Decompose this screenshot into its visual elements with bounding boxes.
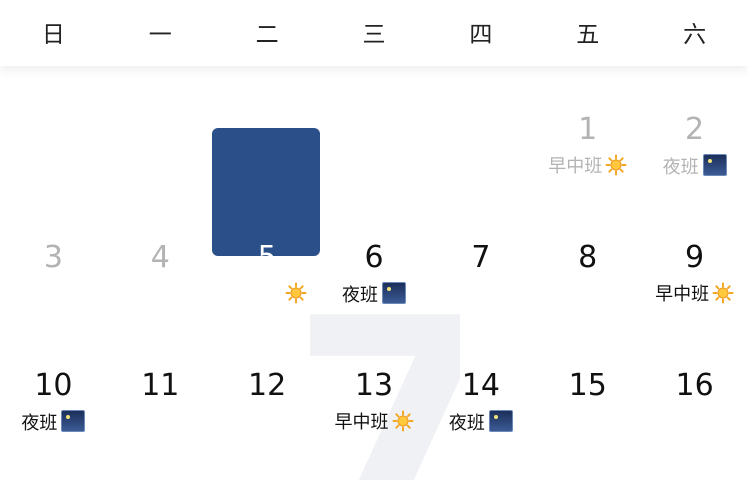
shift-label: 早中班	[655, 282, 734, 308]
weekday-thu: 四	[469, 22, 493, 48]
shift-text: 早中班	[227, 284, 282, 305]
day-cell[interactable]: 2 夜班	[641, 66, 748, 194]
day-number: 12	[248, 368, 287, 403]
shift-label: 早中班	[335, 410, 414, 436]
day-cell[interactable]: 6 夜班	[321, 194, 428, 322]
calendar-week: 10 夜班 11 12 13 早中班 14 夜班 15 16	[0, 322, 748, 450]
weekday-sun: 日	[41, 22, 65, 48]
day-cell[interactable]: 14 夜班	[427, 322, 534, 450]
day-cell[interactable]: 9 早中班	[641, 194, 748, 322]
empty-day-cell	[321, 66, 428, 194]
calendar-week: 1 早中班 2 夜班	[0, 66, 748, 194]
empty-day-cell	[427, 66, 534, 194]
day-cell[interactable]: 11	[107, 322, 214, 450]
empty-day-cell	[107, 66, 214, 194]
weekday-header: 日 一 二 三 四 五 六	[0, 0, 748, 66]
day-number: 3	[43, 240, 63, 275]
day-cell[interactable]: 12	[214, 322, 321, 450]
day-number: 10	[34, 368, 73, 403]
shift-label: 夜班	[663, 154, 727, 180]
shift-text: 夜班	[448, 413, 485, 434]
day-number: 5	[257, 240, 277, 275]
sun-icon	[285, 282, 307, 304]
weekday-wed: 三	[362, 22, 386, 48]
weekday-tue: 二	[255, 22, 279, 48]
sun-icon	[605, 154, 627, 176]
day-number: 2	[685, 112, 705, 147]
night-icon	[61, 410, 86, 432]
day-number: 14	[461, 368, 500, 403]
day-number: 13	[354, 368, 394, 403]
day-number: 6	[364, 240, 384, 275]
shift-text: 早中班	[655, 284, 710, 305]
day-number: 16	[675, 368, 714, 403]
shift-label: 夜班	[342, 282, 406, 308]
calendar-grid: 1 早中班 2 夜班 3 4 5 早中班 6 夜班 7 8 9 早中班 10 夜班 11 12 13 早中班 14 夜班 1…	[0, 66, 748, 450]
day-cell[interactable]: 10 夜班	[0, 322, 107, 450]
shift-text: 早中班	[548, 156, 603, 177]
weekday-sat: 六	[683, 22, 707, 48]
day-number: 1	[578, 112, 598, 147]
day-cell[interactable]: 4	[107, 194, 214, 322]
day-number: 4	[150, 240, 170, 275]
day-cell[interactable]: 15	[534, 322, 641, 450]
day-cell[interactable]: 1 早中班	[534, 66, 641, 194]
shift-label: 夜班	[21, 410, 86, 436]
day-cell[interactable]: 8	[534, 194, 641, 322]
shift-text: 夜班	[342, 285, 378, 306]
weekday-fri: 五	[576, 22, 600, 48]
shift-text: 夜班	[662, 157, 699, 178]
weekday-mon: 一	[148, 22, 172, 48]
day-cell[interactable]: 7	[427, 194, 534, 322]
day-number: 9	[685, 240, 705, 275]
day-number: 7	[471, 240, 491, 275]
day-cell[interactable]: 3	[0, 194, 107, 322]
day-number: 15	[568, 368, 607, 403]
day-cell[interactable]: 13 早中班	[321, 322, 428, 450]
day-cell[interactable]: 5 早中班	[214, 194, 321, 322]
empty-day-cell	[0, 66, 107, 194]
sun-icon	[712, 282, 734, 304]
day-number: 11	[141, 368, 180, 403]
night-icon	[382, 282, 406, 304]
night-icon	[702, 154, 727, 176]
night-icon	[488, 410, 513, 432]
shift-text: 夜班	[21, 413, 58, 434]
shift-text: 早中班	[334, 412, 389, 433]
day-number: 8	[578, 240, 598, 275]
empty-day-cell	[214, 66, 321, 194]
shift-label: 早中班	[228, 282, 307, 308]
shift-label: 夜班	[449, 410, 513, 436]
calendar-week: 3 4 5 早中班 6 夜班 7 8 9 早中班	[0, 194, 748, 322]
day-cell[interactable]: 16	[641, 322, 748, 450]
shift-label: 早中班	[548, 154, 627, 180]
sun-icon	[392, 410, 414, 432]
